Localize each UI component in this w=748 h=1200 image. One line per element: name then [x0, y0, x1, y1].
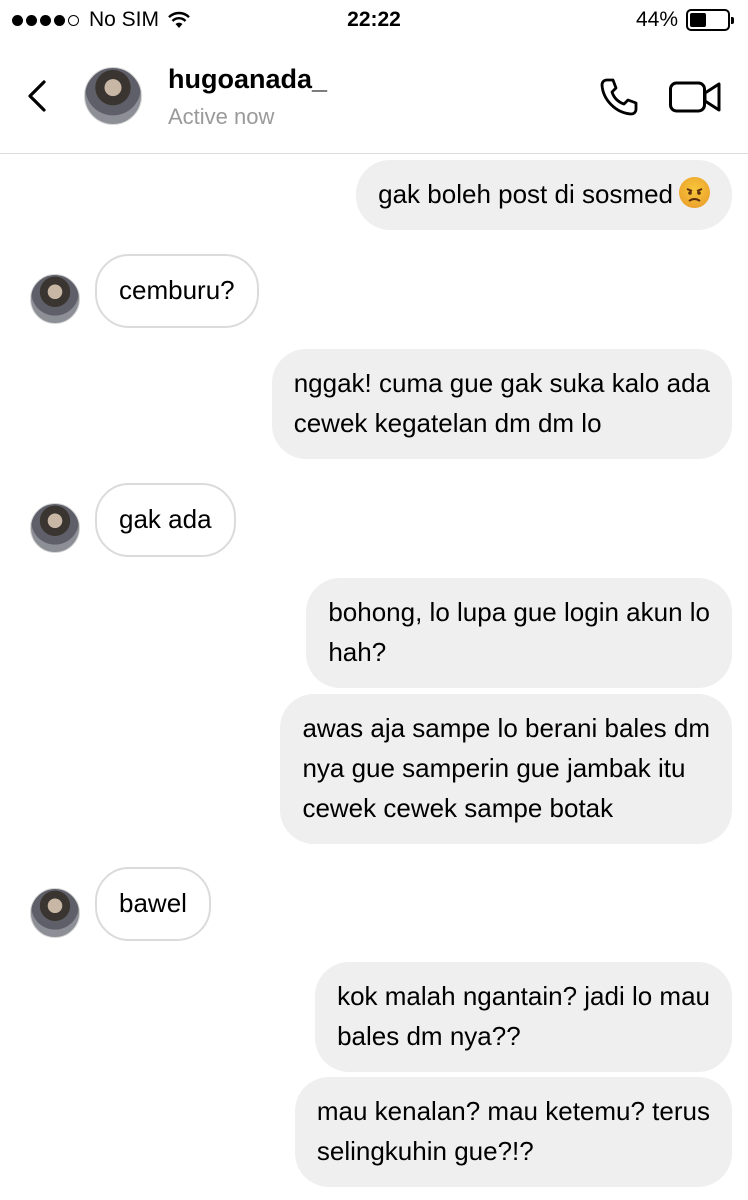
- message-text: cemburu?: [119, 275, 235, 305]
- message-text: gak ada: [119, 504, 212, 534]
- avatar[interactable]: [30, 274, 80, 324]
- avatar[interactable]: [84, 67, 142, 125]
- message-bubble-outgoing[interactable]: mau kenalan? mau ketemu? terus selingkuh…: [294, 1077, 732, 1187]
- message-bubble-outgoing[interactable]: kok malah ngantain? jadi lo mau bales dm…: [315, 962, 732, 1072]
- battery-percent: 44%: [635, 8, 678, 31]
- video-camera-icon[interactable]: [668, 78, 722, 116]
- message-bubble-outgoing[interactable]: nggak! cuma gue gak suka kalo ada cewek …: [271, 349, 732, 459]
- angry-face-emoji-icon: [679, 177, 710, 208]
- message-text: awas aja sampe lo berani bales dm nya gu…: [302, 713, 710, 823]
- message-text: bawel: [119, 888, 187, 918]
- avatar[interactable]: [30, 503, 80, 553]
- battery-group: 44%: [635, 8, 734, 32]
- message-bubble-incoming[interactable]: cemburu?: [95, 254, 259, 328]
- message-bubble-outgoing[interactable]: bohong, lo lupa gue login akun lo hah?: [306, 578, 732, 688]
- message-bubble-incoming[interactable]: gak ada: [95, 483, 236, 557]
- chat-header: hugoanada_ Active now: [0, 40, 748, 154]
- message-text: bohong, lo lupa gue login akun lo hah?: [328, 597, 710, 667]
- avatar[interactable]: [30, 888, 80, 938]
- message-bubble-outgoing[interactable]: awas aja sampe lo berani bales dm nya gu…: [280, 694, 732, 844]
- message-bubble-outgoing[interactable]: gak boleh post di sosmed: [356, 160, 732, 230]
- message-text: gak boleh post di sosmed: [378, 179, 673, 209]
- message-text: mau kenalan? mau ketemu? terus selingkuh…: [316, 1096, 710, 1166]
- message-text: kok malah ngantain? jadi lo mau bales dm…: [337, 981, 710, 1051]
- phone-icon[interactable]: [598, 76, 640, 118]
- contact-username[interactable]: hugoanada_: [168, 64, 327, 95]
- message-text: nggak! cuma gue gak suka kalo ada cewek …: [293, 368, 710, 438]
- message-thread[interactable]: gak boleh post di sosmed cemburu? nggak!…: [0, 155, 748, 1200]
- activity-status: Active now: [168, 104, 275, 129]
- battery-icon: [686, 9, 734, 31]
- battery-level: [690, 13, 706, 27]
- status-bar: No SIM 22:22 44%: [0, 0, 748, 40]
- message-bubble-incoming[interactable]: bawel: [95, 867, 211, 941]
- chevron-left-icon[interactable]: [22, 74, 52, 118]
